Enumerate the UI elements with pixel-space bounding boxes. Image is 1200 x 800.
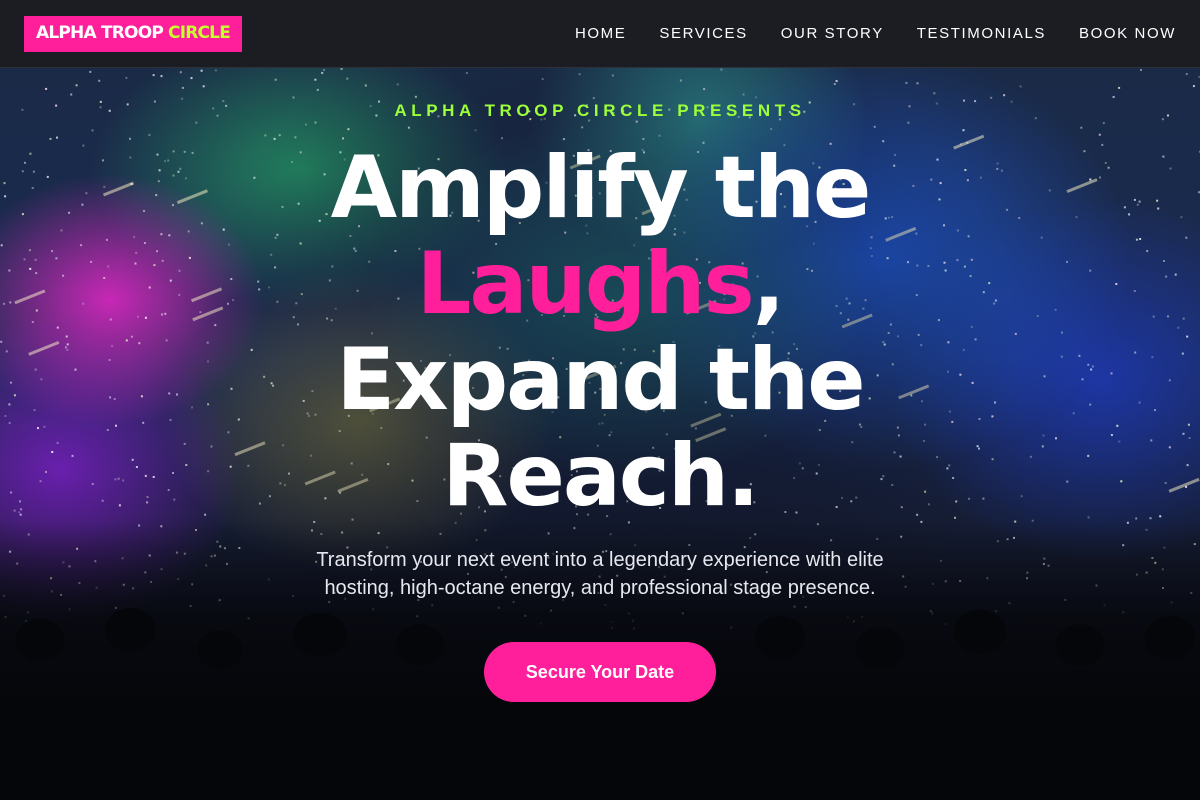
nav-link-testimonials[interactable]: TESTIMONIALS [917,25,1046,42]
top-navbar: ALPHA TROOP CIRCLE HOME SERVICES OUR STO… [0,0,1200,68]
headline-comma: , [752,234,786,334]
nav-link-our-story[interactable]: OUR STORY [781,25,884,42]
main-nav: HOME SERVICES OUR STORY TESTIMONIALS BOO… [542,25,1176,42]
brand-logo[interactable]: ALPHA TROOP CIRCLE [24,15,243,52]
secure-date-button[interactable]: Secure Your Date [484,642,716,702]
hero-subtext: Transform your next event into a legenda… [316,549,884,599]
headline-line-1: Amplify the [330,138,872,238]
headline-line-4: Reach. [442,426,759,526]
hero-headline: Amplify the Laughs, Expand the Reach. [200,140,1000,524]
headline-line-3: Expand the [336,330,865,430]
brand-logo-accent: CIRCLE [168,23,231,43]
hero-section: ALPHA TROOP CIRCLE PRESENTS Amplify the … [0,68,1200,800]
nav-link-services[interactable]: SERVICES [659,25,747,42]
headline-highlight: Laughs [416,234,755,334]
nav-link-home[interactable]: HOME [575,25,626,42]
hero-eyebrow: ALPHA TROOP CIRCLE PRESENTS [394,101,806,120]
brand-logo-primary: ALPHA TROOP [36,23,164,43]
nav-link-book-now[interactable]: BOOK NOW [1079,25,1176,42]
